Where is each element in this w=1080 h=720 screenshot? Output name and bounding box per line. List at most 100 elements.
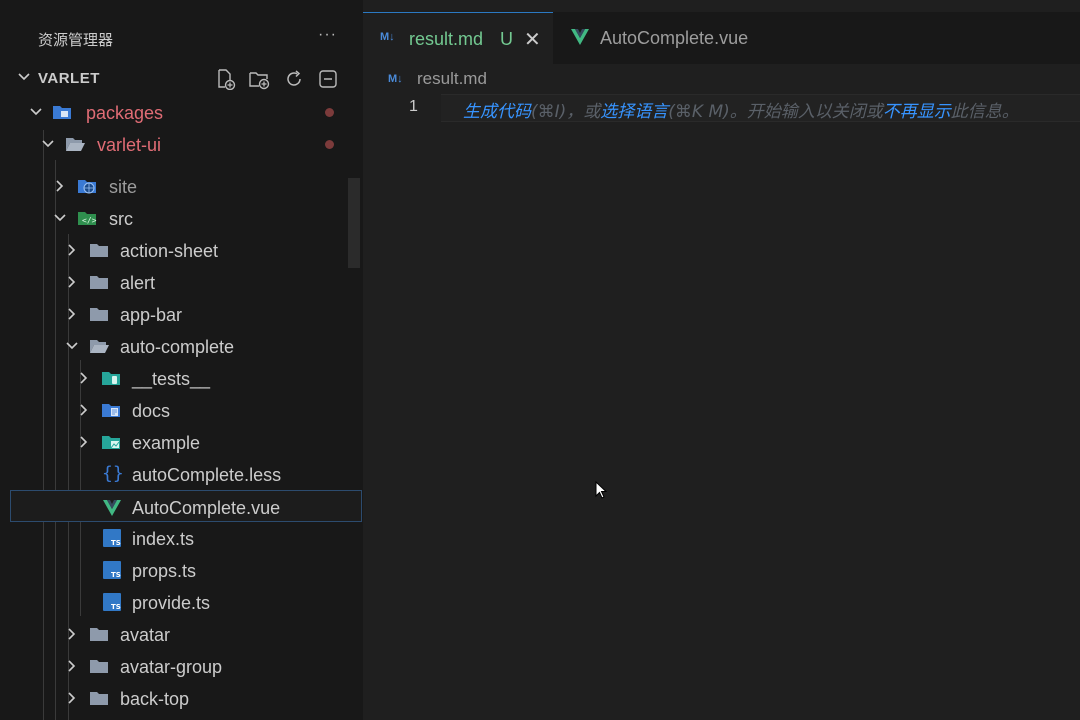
chevron-right-icon [80,436,88,448]
tree-item-avatar-group[interactable]: avatar-group [0,650,363,682]
close-icon[interactable]: ✕ [524,27,541,52]
tree-item-site[interactable]: site [0,170,363,202]
tree-item-label: docs [132,401,171,421]
tree-item-back-top[interactable]: back-top [0,682,363,714]
chevron-down-icon [54,214,66,222]
folder-open-icon [66,138,85,151]
explorer-header: 资源管理器 ··· [0,22,363,54]
tree-item-label: auto-complete [120,337,235,357]
sidebar-scrollbar[interactable] [348,178,360,268]
tree-item-label: provide.ts [132,593,211,613]
chevron-right-icon [56,180,64,192]
chevron-down-icon [66,342,78,350]
example-folder-icon [102,436,120,449]
select-language-link[interactable]: 选择语言 [600,102,668,122]
hint-text: (⌘I)，或 [531,102,601,122]
project-header[interactable]: VARLET [0,63,363,95]
chevron-right-icon [68,660,76,672]
tree-item-label: back-top [120,689,190,709]
vue-file-icon [571,29,589,45]
tree-item-index-ts[interactable]: TS index.ts [0,522,363,554]
tree-item-label: action-sheet [120,241,219,261]
tree-item-label: app-bar [120,305,183,325]
refresh-icon[interactable] [283,68,305,90]
tree-item-label: example [132,433,201,453]
chevron-down-icon [30,108,42,116]
tab-autocomplete-vue[interactable]: AutoComplete.vue [553,12,783,64]
chevron-right-icon [68,628,76,640]
project-name: VARLET [38,70,100,87]
tree-item-label: varlet-ui [97,135,162,155]
editor-area: M↓ result.md U ✕ AutoComplete.vue M↓ res… [363,0,1080,720]
folder-open-icon [90,340,109,353]
editor-line[interactable]: 1 生成代码(⌘I)，或选择语言(⌘K M)。开始输入以关闭或不再显示此信息。 [363,94,1080,122]
tree-item-provide-ts[interactable]: TS provide.ts [0,586,363,618]
folder-icon [90,276,108,289]
tree-item-autocomplete-less[interactable]: {} autoComplete.less [0,458,363,490]
tree-item-label: __tests__ [132,369,211,389]
markdown-icon: M↓ [388,73,403,85]
docs-folder-icon [102,404,120,417]
empty-editor-hint: 生成代码(⌘I)，或选择语言(⌘K M)。开始输入以关闭或不再显示此信息。 [463,97,1019,122]
chevron-right-icon [68,692,76,704]
tree-item-label: packages [86,103,164,123]
generate-code-link[interactable]: 生成代码 [463,102,531,122]
tab-result-md[interactable]: M↓ result.md U ✕ [363,12,553,64]
breadcrumb: M↓ result.md [363,64,1080,94]
tree-item-avatar[interactable]: avatar [0,618,363,650]
less-file-icon: {} [102,463,124,484]
tree-item-label: site [109,177,138,197]
svg-text:TS: TS [111,571,121,579]
ts-file-icon: TS [103,593,121,611]
tab-bar: M↓ result.md U ✕ AutoComplete.vue [363,12,1080,64]
chevron-right-icon [80,372,88,384]
modified-dot [325,108,334,117]
chevron-right-icon [68,276,76,288]
svg-text:</>: </> [82,216,97,225]
explorer-sidebar: 资源管理器 ··· VARLET packages varlet-ui site… [0,0,363,720]
tree-item-label: avatar [120,625,171,645]
test-folder-icon [102,372,120,385]
chevron-right-icon [68,308,76,320]
chevron-right-icon [80,404,88,416]
svg-text:TS: TS [111,603,121,611]
hint-text: 此信息。 [950,102,1019,122]
tree-item-label: index.ts [132,529,195,549]
more-actions-icon[interactable]: ··· [318,26,337,44]
tree-item-autocomplete-vue[interactable]: AutoComplete.vue [10,490,362,522]
tab-label: result.md [409,29,484,49]
tree-item-example[interactable]: example [0,426,363,458]
ts-file-icon: TS [103,561,121,579]
ts-file-icon: TS [103,529,121,547]
tree-item-label: alert [120,273,156,293]
collapse-all-icon[interactable] [317,68,339,90]
tree-item-props-ts[interactable]: TS props.ts [0,554,363,586]
tree-item-app-bar[interactable]: app-bar [0,298,363,330]
tree-item-label: src [109,209,133,229]
folder-icon [90,692,108,705]
explorer-title: 资源管理器 [38,31,114,49]
tree-item-label: AutoComplete.vue [132,498,281,518]
chevron-down-icon [42,140,54,148]
packages-folder-icon [53,106,71,119]
tree-item-docs[interactable]: docs [0,394,363,426]
tree-item-auto-complete[interactable]: auto-complete [0,330,363,362]
modified-dot [325,140,334,149]
dont-show-again-link[interactable]: 不再显示 [883,102,951,122]
tree-item-packages[interactable]: packages [0,96,363,128]
svg-text:TS: TS [111,539,121,547]
hint-text: (⌘K M)。开始输入以关闭或 [668,102,883,122]
tab-label: AutoComplete.vue [600,28,749,48]
new-folder-icon[interactable] [248,68,270,90]
folder-icon [90,628,108,641]
untracked-badge: U [500,29,513,49]
breadcrumb-item[interactable]: result.md [417,69,487,89]
tree-item-action-sheet[interactable]: action-sheet [0,234,363,266]
tree-item-varlet-ui[interactable]: varlet-ui [0,128,363,160]
new-file-icon[interactable] [214,68,236,90]
tree-item-tests[interactable]: __tests__ [0,362,363,394]
mouse-cursor-icon [595,481,608,499]
line-number: 1 [409,98,418,115]
tree-item-src[interactable]: </> src [0,202,363,234]
tree-item-alert[interactable]: alert [0,266,363,298]
